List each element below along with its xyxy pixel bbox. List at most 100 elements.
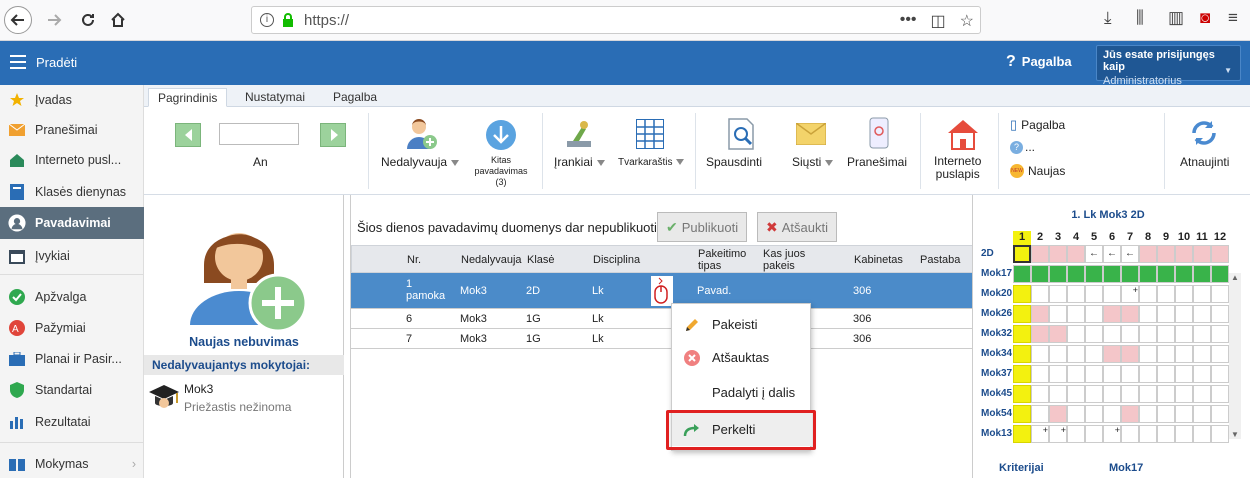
- schedule-cell[interactable]: [1103, 325, 1121, 343]
- schedule-cell[interactable]: [1085, 325, 1103, 343]
- schedule-cell[interactable]: [1103, 305, 1121, 323]
- schedule-row-label[interactable]: Mok13: [981, 428, 1012, 439]
- schedule-cell[interactable]: [1031, 245, 1049, 263]
- schedule-cell[interactable]: [1031, 305, 1049, 323]
- schedule-row-label[interactable]: Mok45: [981, 388, 1012, 399]
- schedule-cell[interactable]: [1211, 405, 1229, 423]
- schedule-cell[interactable]: [1067, 425, 1085, 443]
- schedule-cell[interactable]: [1067, 365, 1085, 383]
- schedule-cell[interactable]: [1211, 265, 1229, 283]
- sidebar-item-pavadavimai[interactable]: Pavadavimai: [0, 207, 144, 239]
- schedule-cell[interactable]: [1139, 265, 1157, 283]
- timetable-button[interactable]: Tvarkaraštis: [618, 157, 685, 168]
- schedule-cell[interactable]: [1031, 385, 1049, 403]
- schedule-cell[interactable]: [1031, 265, 1049, 283]
- schedule-cell[interactable]: [1085, 365, 1103, 383]
- new-absence-label[interactable]: Naujas nebuvimas: [144, 335, 344, 349]
- schedule-cell[interactable]: [1193, 345, 1211, 363]
- schedule-cell[interactable]: [1103, 385, 1121, 403]
- siusti-button[interactable]: Siųsti: [792, 155, 834, 169]
- download-icon[interactable]: ⤓: [1104, 8, 1112, 28]
- schedule-cell[interactable]: [1193, 325, 1211, 343]
- schedule-cell[interactable]: [1121, 345, 1139, 363]
- schedule-cell[interactable]: [1139, 245, 1157, 263]
- publish-button[interactable]: ✔ Publikuoti: [657, 212, 748, 242]
- irankiai-button[interactable]: Įrankiai: [554, 155, 605, 169]
- schedule-cell[interactable]: ←: [1121, 245, 1139, 263]
- schedule-cell[interactable]: [1085, 405, 1103, 423]
- schedule-cell[interactable]: [1193, 405, 1211, 423]
- schedule-cell[interactable]: [1049, 265, 1067, 283]
- date-input[interactable]: [219, 123, 299, 145]
- sidebar-item-standartai[interactable]: Standartai: [0, 375, 144, 405]
- schedule-cell[interactable]: [1175, 305, 1193, 323]
- schedule-cell[interactable]: [1175, 285, 1193, 303]
- schedule-cell[interactable]: [1085, 385, 1103, 403]
- schedule-cell[interactable]: [1103, 365, 1121, 383]
- next-substitution-button[interactable]: Kitas pavadavimas (3): [470, 155, 532, 188]
- pagalba-button[interactable]: ▯ Pagalba: [1010, 117, 1065, 133]
- forward-arrow-icon[interactable]: [40, 6, 68, 34]
- menu-item-atsauktas[interactable]: Atšauktas: [672, 341, 812, 374]
- schedule-cell[interactable]: ←: [1103, 245, 1121, 263]
- schedule-cell[interactable]: [1157, 345, 1175, 363]
- schedule-row-label[interactable]: 2D: [981, 248, 994, 259]
- absent-teacher-name[interactable]: Mok3: [184, 382, 213, 396]
- sidebar-item-pazymiai[interactable]: A Pažymiai: [0, 313, 144, 343]
- criteria-tab[interactable]: Kriterijai: [999, 462, 1044, 474]
- schedule-cell[interactable]: [1139, 285, 1157, 303]
- schedule-cell[interactable]: [1193, 365, 1211, 383]
- schedule-cell[interactable]: [1139, 365, 1157, 383]
- schedule-cell[interactable]: [1067, 265, 1085, 283]
- schedule-cell[interactable]: [1049, 345, 1067, 363]
- atnaujinti-button[interactable]: Atnaujinti: [1180, 155, 1229, 169]
- schedule-cell[interactable]: [1193, 305, 1211, 323]
- schedule-cell[interactable]: [1139, 385, 1157, 403]
- schedule-cell[interactable]: [1175, 345, 1193, 363]
- page-actions-icon[interactable]: •••: [900, 11, 917, 31]
- schedule-cell[interactable]: [1067, 245, 1085, 263]
- schedule-cell[interactable]: [1013, 345, 1031, 363]
- sidebar-toggle-icon[interactable]: ▥: [1168, 8, 1184, 28]
- menu-item-pakeisti[interactable]: Pakeisti: [672, 308, 812, 341]
- schedule-cell[interactable]: [1211, 385, 1229, 403]
- home-icon[interactable]: [104, 6, 132, 34]
- schedule-cell[interactable]: [1031, 325, 1049, 343]
- schedule-cell[interactable]: [1157, 325, 1175, 343]
- naujas-button[interactable]: NEW Naujas: [1010, 164, 1065, 178]
- schedule-cell[interactable]: [1157, 385, 1175, 403]
- pranesimai-button[interactable]: Pranešimai: [847, 155, 907, 169]
- schedule-cell[interactable]: [1103, 265, 1121, 283]
- schedule-row-label[interactable]: Mok32: [981, 328, 1012, 339]
- schedule-cell[interactable]: [1103, 405, 1121, 423]
- schedule-row-label[interactable]: Mok54: [981, 408, 1012, 419]
- schedule-cell[interactable]: [1085, 345, 1103, 363]
- app-title[interactable]: Pradėti: [36, 55, 77, 70]
- schedule-cell[interactable]: [1121, 265, 1139, 283]
- nedalyvauja-button[interactable]: Nedalyvauja: [381, 155, 460, 169]
- url-bar[interactable]: i https:// ••• ◫ ☆: [251, 6, 981, 34]
- schedule-cell[interactable]: [1121, 365, 1139, 383]
- schedule-cell[interactable]: [1031, 345, 1049, 363]
- sidebar-item-klases-dienynas[interactable]: Klasės dienynas: [0, 177, 144, 207]
- schedule-cell[interactable]: [1049, 305, 1067, 323]
- schedule-cell[interactable]: [1067, 325, 1085, 343]
- schedule-cell[interactable]: [1013, 405, 1031, 423]
- schedule-cell[interactable]: [1067, 405, 1085, 423]
- schedule-cell[interactable]: [1085, 305, 1103, 323]
- schedule-cell[interactable]: [1157, 405, 1175, 423]
- tab-nustatymai[interactable]: Nustatymai: [236, 88, 314, 107]
- schedule-cell[interactable]: [1193, 385, 1211, 403]
- schedule-row-label[interactable]: Mok20: [981, 288, 1012, 299]
- schedule-cell[interactable]: [1031, 365, 1049, 383]
- schedule-cell[interactable]: [1031, 285, 1049, 303]
- schedule-cell[interactable]: [1013, 265, 1031, 283]
- next-day-button[interactable]: [320, 123, 346, 147]
- menu-icon[interactable]: ≡: [1228, 8, 1238, 28]
- schedule-cell[interactable]: [1211, 325, 1229, 343]
- table-row[interactable]: 7 Mok3 1G Lk 306: [351, 329, 973, 349]
- schedule-cell[interactable]: [1193, 245, 1211, 263]
- schedule-cell[interactable]: [1049, 325, 1067, 343]
- schedule-cell[interactable]: [1175, 385, 1193, 403]
- schedule-cell[interactable]: [1139, 325, 1157, 343]
